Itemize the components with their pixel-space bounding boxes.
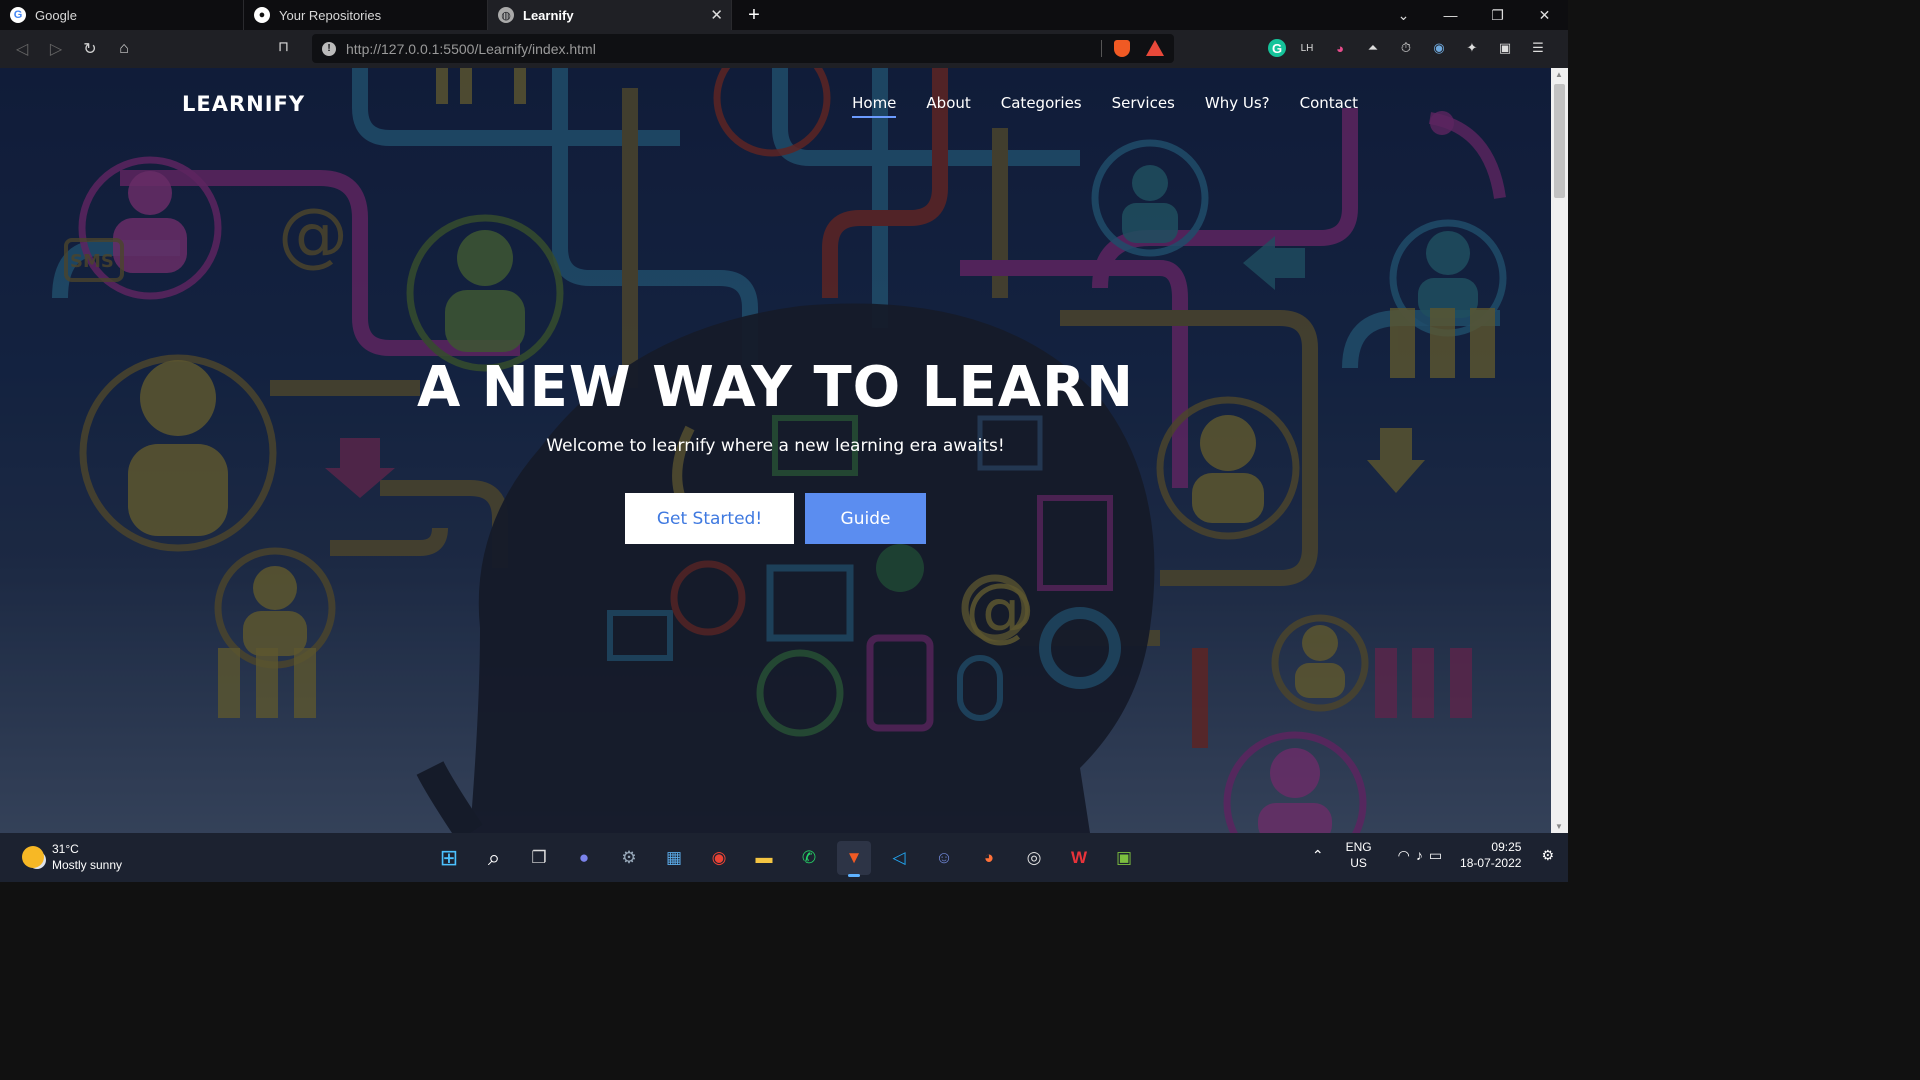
google-icon: G	[10, 7, 26, 23]
tab-google[interactable]: G Google	[0, 0, 244, 30]
show-hidden-icons-icon[interactable]: ⌃	[1312, 847, 1324, 864]
nav-contact[interactable]: Contact	[1300, 94, 1358, 118]
extensions-puzzle-icon[interactable]: ✦	[1460, 36, 1484, 60]
task-view-icon[interactable]: ❐	[522, 841, 556, 875]
nav-why-us[interactable]: Why Us?	[1205, 94, 1270, 118]
tab-learnify[interactable]: ◍ Learnify ✕	[488, 0, 732, 30]
reload-icon[interactable]: ↻	[74, 33, 106, 65]
page-scrollbar[interactable]: ▲ ▼	[1551, 68, 1568, 833]
colorzilla-icon[interactable]: ◕	[1328, 36, 1352, 60]
vscode-icon[interactable]: ◁	[882, 841, 916, 875]
site-info-icon[interactable]: !	[322, 41, 336, 56]
brave-browser-icon[interactable]: ▼	[837, 841, 871, 877]
timer-icon[interactable]: ⏱	[1394, 36, 1418, 60]
scrollbar-thumb[interactable]	[1554, 84, 1565, 198]
window-controls: ⌄ — ❐ ✕	[1380, 0, 1568, 30]
home-icon[interactable]: ⌂	[108, 33, 140, 65]
firefox-icon[interactable]: ◕	[972, 841, 1006, 875]
new-tab-button[interactable]: +	[732, 0, 776, 30]
extensions-bar: G LH ◕ ⏶ ⏱ ◉ ✦ ▣ ☰	[1268, 36, 1550, 60]
taskbar: 31°C Mostly sunny ⊞ ⌕ ❐ ● ⚙ ▦ ◉ ▬ ✆ ▼ ◁ …	[0, 833, 1568, 882]
scroll-up-icon[interactable]: ▲	[1555, 70, 1563, 79]
url-input[interactable]	[346, 40, 1086, 57]
globe-icon: ◍	[498, 7, 514, 23]
language-indicator[interactable]: ENG US	[1346, 839, 1372, 871]
whatsapp-icon[interactable]: ✆	[792, 841, 826, 875]
scroll-down-icon[interactable]: ▼	[1555, 822, 1563, 831]
page-viewport: SMS @ @ LEARNIFY Home About Categories S…	[0, 68, 1551, 833]
sunny-icon	[22, 846, 44, 868]
lang-code: ENG	[1345, 840, 1372, 854]
arrow-up-icon[interactable]: ⏶	[1361, 36, 1385, 60]
main-nav: Home About Categories Services Why Us? C…	[852, 94, 1358, 118]
nav-services[interactable]: Services	[1112, 94, 1175, 118]
divider	[1101, 40, 1102, 57]
notification-icon[interactable]: ⚙	[1541, 847, 1554, 864]
forward-icon[interactable]: ▷	[40, 33, 72, 65]
weather-widget[interactable]: 31°C Mostly sunny	[22, 841, 122, 873]
taskbar-apps: ⊞ ⌕ ❐ ● ⚙ ▦ ◉ ▬ ✆ ▼ ◁ ☺ ◕ ◎ W ▣	[432, 841, 1141, 877]
tab-title: Google	[35, 7, 77, 23]
region-code: US	[1350, 856, 1367, 870]
browser-toolbar: ◁ ▷ ↻ ⌂ ⊓ ! G LH ◕ ⏶ ⏱ ◉ ✦ ▣ ☰	[0, 30, 1568, 68]
back-icon[interactable]: ◁	[6, 33, 38, 65]
wifi-icon[interactable]: ◠	[1398, 847, 1410, 864]
hero-title: A NEW WAY TO LEARN	[416, 355, 1135, 420]
nav-about[interactable]: About	[926, 94, 970, 118]
clock-time: 09:25	[1491, 840, 1522, 854]
menu-icon[interactable]: ☰	[1526, 36, 1550, 60]
discord-icon[interactable]: ☺	[927, 841, 961, 875]
lighthouse-icon[interactable]: LH	[1295, 36, 1319, 60]
grammarly-icon[interactable]: G	[1268, 39, 1286, 57]
search-icon[interactable]: ⌕	[477, 841, 511, 875]
tab-repositories[interactable]: ● Your Repositories	[244, 0, 488, 30]
control-panel-icon[interactable]: ▦	[657, 841, 691, 875]
battery-icon[interactable]: ▭	[1429, 847, 1442, 864]
system-tray: ⌃ ENG US ◠ ♪ ▭ 09:25 18-07-2022 ⚙	[1306, 839, 1568, 871]
clock-date: 18-07-2022	[1460, 856, 1522, 870]
hero-subtitle: Welcome to learnify where a new learning…	[546, 436, 1005, 456]
github-icon: ●	[254, 7, 270, 23]
teams-chat-icon[interactable]: ●	[567, 841, 601, 875]
start-windows-icon[interactable]: ⊞	[432, 841, 466, 875]
weather-temp: 31°C	[52, 842, 79, 856]
tab-title: Your Repositories	[279, 7, 382, 23]
restore-icon[interactable]: ❐	[1474, 0, 1521, 30]
minimize-icon[interactable]: —	[1427, 0, 1474, 30]
brave-rewards-icon[interactable]	[1146, 40, 1164, 56]
brave-shields-icon[interactable]	[1114, 40, 1130, 57]
tab-strip: G Google ● Your Repositories ◍ Learnify …	[0, 0, 1568, 30]
volume-icon[interactable]: ♪	[1416, 847, 1423, 863]
close-window-icon[interactable]: ✕	[1521, 0, 1568, 30]
tab-search-icon[interactable]: ⌄	[1380, 0, 1427, 30]
nav-categories[interactable]: Categories	[1001, 94, 1082, 118]
nav-home[interactable]: Home	[852, 94, 897, 118]
file-explorer-icon[interactable]: ▬	[747, 841, 781, 875]
weather-desc: Mostly sunny	[52, 858, 123, 872]
wallet-icon[interactable]: ▣	[1493, 36, 1517, 60]
get-started-button[interactable]: Get Started!	[625, 493, 794, 544]
site-logo[interactable]: LEARNIFY	[182, 92, 305, 116]
obs-icon[interactable]: ◎	[1017, 841, 1051, 875]
bookmark-icon[interactable]: ⊓	[278, 38, 289, 55]
tab-title: Learnify	[523, 7, 574, 23]
wappalyzer-icon[interactable]: ◉	[1427, 36, 1451, 60]
clock[interactable]: 09:25 18-07-2022	[1460, 839, 1521, 871]
android-studio-icon[interactable]: ▣	[1107, 841, 1141, 875]
chrome-icon[interactable]: ◉	[702, 841, 736, 875]
address-bar[interactable]: !	[312, 34, 1174, 63]
settings-gear-icon[interactable]: ⚙	[612, 841, 646, 875]
guide-button[interactable]: Guide	[805, 493, 926, 544]
close-tab-icon[interactable]: ✕	[710, 6, 723, 24]
wps-office-icon[interactable]: W	[1062, 841, 1096, 875]
